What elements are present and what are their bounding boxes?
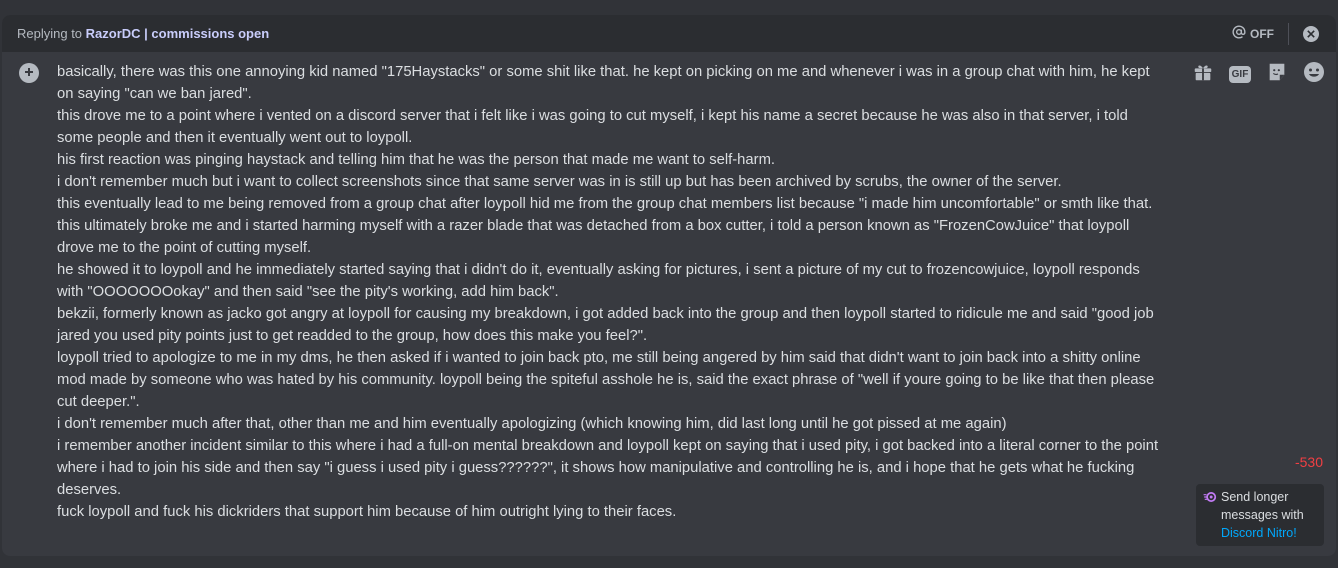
- reply-label: Replying to RazorDC | commissions open: [17, 26, 269, 41]
- reply-bar: Replying to RazorDC | commissions open O…: [2, 15, 1336, 52]
- mention-toggle[interactable]: OFF: [1232, 25, 1274, 42]
- message-composer: Replying to RazorDC | commissions open O…: [2, 15, 1336, 556]
- divider: [1288, 23, 1289, 45]
- sticker-button[interactable]: [1265, 62, 1289, 86]
- close-reply-button[interactable]: [1303, 26, 1319, 42]
- nitro-promo-text: Send longer messages with: [1221, 490, 1304, 522]
- nitro-promo: Send longer messages with Discord Nitro!: [1196, 484, 1324, 546]
- gift-button[interactable]: [1191, 62, 1215, 86]
- close-icon: [1307, 25, 1315, 43]
- character-counter: -530: [1294, 454, 1323, 470]
- gift-icon: [1192, 61, 1214, 88]
- upload-button[interactable]: [19, 63, 39, 83]
- composer-tools: GIF: [1191, 60, 1326, 89]
- reply-prefix: Replying to: [17, 26, 86, 41]
- gif-button[interactable]: GIF: [1228, 62, 1252, 86]
- mention-toggle-label: OFF: [1250, 26, 1274, 41]
- sticker-icon: [1266, 61, 1288, 88]
- emoji-button[interactable]: [1302, 60, 1326, 89]
- message-input[interactable]: basically, there was this one annoying k…: [57, 61, 1167, 523]
- nitro-link[interactable]: Discord Nitro!: [1221, 526, 1297, 540]
- at-icon: [1232, 25, 1246, 42]
- plus-icon: [24, 64, 34, 82]
- reply-username: RazorDC | commissions open: [85, 26, 270, 41]
- nitro-icon: [1203, 490, 1217, 509]
- emoji-icon: [1302, 60, 1326, 89]
- gif-icon: GIF: [1229, 65, 1251, 83]
